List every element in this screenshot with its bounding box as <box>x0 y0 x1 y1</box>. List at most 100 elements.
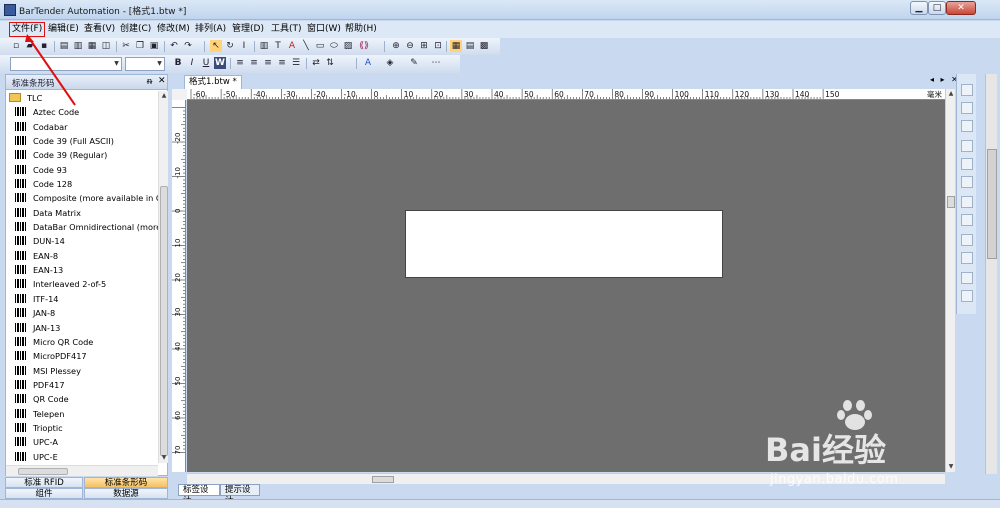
snap-icon[interactable]: ▤ <box>464 40 476 52</box>
menu-create[interactable]: 创建(C) <box>118 23 153 36</box>
scroll-thumb[interactable] <box>947 196 955 208</box>
menu-view[interactable]: 查看(V) <box>82 23 117 36</box>
pin-icon[interactable]: ᵰ <box>147 76 152 87</box>
align-right-icon[interactable] <box>961 176 973 188</box>
scroll-down-icon[interactable]: ▼ <box>946 462 956 472</box>
tab-standard-barcode[interactable]: 标准条形码 <box>84 477 168 488</box>
list-item[interactable]: Telepen <box>6 407 158 421</box>
list-item[interactable]: UPC-A <box>6 435 158 449</box>
list-item[interactable]: Code 39 (Full ASCII) <box>6 134 158 148</box>
distribute-horizontal-icon[interactable] <box>961 196 973 208</box>
align-bottom-icon[interactable] <box>961 120 973 132</box>
list-item[interactable]: EAN-8 <box>6 249 158 263</box>
list-vertical-scrollbar[interactable]: ▲ ▼ <box>158 91 168 463</box>
print-icon[interactable]: ▦ <box>86 40 98 52</box>
line-style-icon[interactable]: ⋯ <box>430 57 442 69</box>
list-item[interactable]: JAN-13 <box>6 321 158 335</box>
menu-modify[interactable]: 修改(M) <box>155 23 192 36</box>
align-left-icon[interactable]: ≡ <box>234 57 246 69</box>
print-preview-icon[interactable]: ▤ <box>58 40 70 52</box>
menu-edit[interactable]: 编辑(E) <box>46 23 81 36</box>
font-size-combo[interactable]: ▼ <box>125 57 165 71</box>
rfid-tool-icon[interactable]: ⟪⟫ <box>358 40 370 52</box>
list-item[interactable]: DUN-14 <box>6 234 158 248</box>
bold-button[interactable]: B <box>172 57 184 69</box>
scroll-thumb[interactable] <box>987 149 997 259</box>
list-item[interactable]: Codabar <box>6 120 158 134</box>
line-color-icon[interactable]: ✎ <box>408 57 420 69</box>
tab-label-design[interactable]: 标签设计 <box>178 484 220 506</box>
italic-button[interactable]: I <box>186 57 198 69</box>
align-right-icon[interactable]: ≡ <box>262 57 274 69</box>
list-item[interactable]: Micro QR Code <box>6 335 158 349</box>
align-left-icon[interactable] <box>961 140 973 152</box>
canvas-horizontal-scrollbar[interactable] <box>187 473 945 484</box>
text-tool-icon[interactable]: T <box>272 40 284 52</box>
copy-icon[interactable]: ❐ <box>134 40 146 52</box>
text-cursor-icon[interactable]: I <box>238 40 250 52</box>
send-back-icon[interactable] <box>961 252 973 264</box>
font-color-icon[interactable]: A <box>362 57 374 69</box>
menu-manage[interactable]: 管理(D) <box>230 23 266 36</box>
list-item[interactable]: QR Code <box>6 392 158 406</box>
zoom-out-icon[interactable]: ⊖ <box>404 40 416 52</box>
list-item[interactable]: Code 39 (Regular) <box>6 148 158 162</box>
tab-components[interactable]: 组件 <box>5 488 83 499</box>
close-button[interactable]: ✕ <box>946 1 976 15</box>
list-item[interactable]: MicroPDF417 <box>6 349 158 363</box>
scroll-thumb[interactable] <box>372 476 394 483</box>
text-wrap-icon[interactable]: ⇄ <box>310 57 322 69</box>
list-item[interactable]: Data Matrix <box>6 206 158 220</box>
list-item[interactable]: JAN-8 <box>6 306 158 320</box>
new-icon[interactable]: ▫ <box>10 40 22 52</box>
find-icon[interactable]: ◫ <box>100 40 112 52</box>
open-icon[interactable]: ▰ <box>24 40 36 52</box>
align-center-icon[interactable]: ≡ <box>248 57 260 69</box>
list-item[interactable]: PDF417 <box>6 378 158 392</box>
minimize-button[interactable]: ▁ <box>910 1 928 15</box>
canvas-vertical-scrollbar[interactable]: ▲ ▼ <box>945 89 955 472</box>
list-item[interactable]: ITF-14 <box>6 292 158 306</box>
group-icon[interactable] <box>961 272 973 284</box>
undo-icon[interactable]: ↶ <box>168 40 180 52</box>
select-tool-icon[interactable]: ↖ <box>210 40 222 52</box>
layout-icon[interactable]: ▦ <box>450 40 462 52</box>
align-top-icon[interactable] <box>961 84 973 96</box>
menu-tools[interactable]: 工具(T) <box>269 23 304 36</box>
scroll-down-icon[interactable]: ▼ <box>159 453 169 463</box>
scroll-thumb[interactable] <box>18 468 68 475</box>
paste-icon[interactable]: ▣ <box>148 40 160 52</box>
rotate-icon[interactable]: ↻ <box>224 40 236 52</box>
zoom-fit-icon[interactable]: ⊞ <box>418 40 430 52</box>
justify-all-icon[interactable]: ☰ <box>290 57 302 69</box>
tab-datasource[interactable]: 数据源 <box>84 488 168 499</box>
design-canvas[interactable] <box>187 100 945 472</box>
page-setup-icon[interactable]: ▥ <box>72 40 84 52</box>
justify-icon[interactable]: ≡ <box>276 57 288 69</box>
underline-button[interactable]: U <box>200 57 212 69</box>
menu-file[interactable]: 文件(F) <box>8 22 46 37</box>
align-middle-icon[interactable] <box>961 102 973 114</box>
list-item[interactable]: Aztec Code <box>6 105 158 119</box>
maximize-button[interactable]: □ <box>928 1 946 15</box>
distribute-vertical-icon[interactable] <box>961 214 973 226</box>
list-item[interactable]: Interleaved 2-of-5 <box>6 277 158 291</box>
menu-arrange[interactable]: 排列(A) <box>193 23 228 36</box>
document-tab[interactable]: 格式1.btw * <box>184 75 242 89</box>
list-item[interactable]: DataBar Omnidirectional (more a <box>6 220 158 234</box>
bring-front-icon[interactable] <box>961 234 973 246</box>
tab-standard-rfid[interactable]: 标准 RFID <box>5 477 83 488</box>
scroll-thumb[interactable] <box>160 186 168 456</box>
list-horizontal-scrollbar[interactable] <box>6 465 158 476</box>
rectangle-tool-icon[interactable]: ▭ <box>314 40 326 52</box>
ellipse-tool-icon[interactable]: ⬭ <box>328 40 340 52</box>
folder-tlc[interactable]: TLC <box>6 91 158 105</box>
wordart-button[interactable]: W <box>214 57 226 69</box>
save-icon[interactable]: ▪ <box>38 40 50 52</box>
cut-icon[interactable]: ✂ <box>120 40 132 52</box>
redo-icon[interactable]: ↷ <box>182 40 194 52</box>
list-item[interactable]: MSI Plessey <box>6 364 158 378</box>
scroll-up-icon[interactable]: ▲ <box>159 91 169 101</box>
zoom-page-icon[interactable]: ⊡ <box>432 40 444 52</box>
list-item[interactable]: Code 128 <box>6 177 158 191</box>
